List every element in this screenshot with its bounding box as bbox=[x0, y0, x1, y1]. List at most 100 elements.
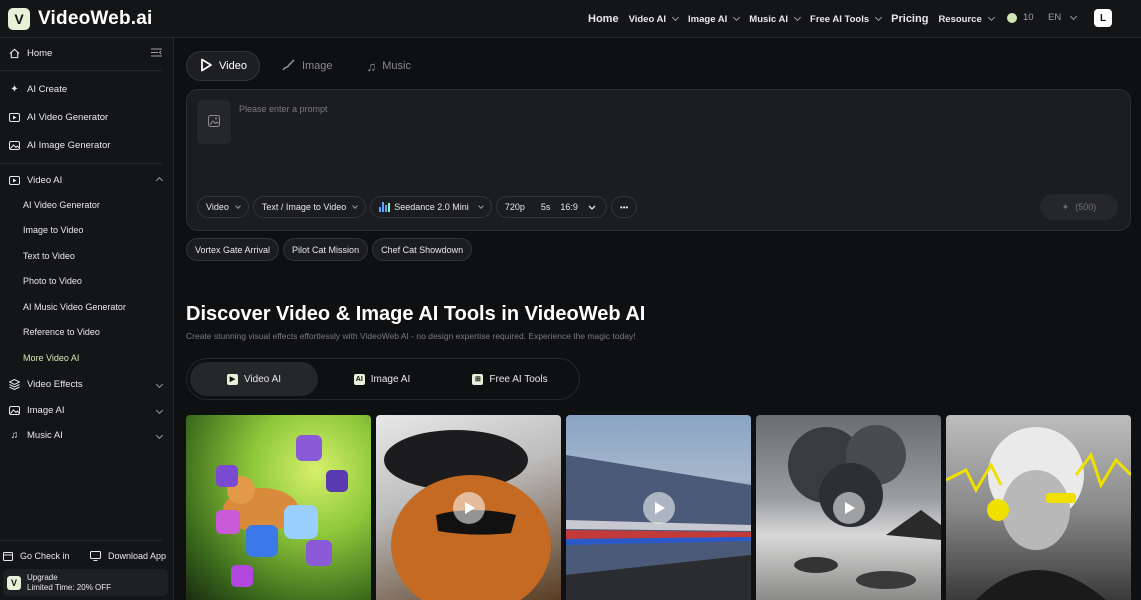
logo-icon: V bbox=[7, 575, 21, 590]
chevron-up-icon bbox=[154, 175, 164, 186]
tab-video-ai[interactable]: ▶ Video AI bbox=[190, 362, 318, 396]
chevron-down-icon bbox=[875, 13, 883, 22]
sidebar-item-label: Music AI bbox=[27, 430, 63, 441]
nav-home[interactable]: Home bbox=[588, 13, 619, 25]
sidebar-item-ai-create[interactable]: ✦ AI Create bbox=[0, 84, 174, 95]
sidebar-subitem[interactable]: Reference to Video bbox=[0, 327, 174, 337]
sidebar-subitem[interactable]: Text to Video bbox=[0, 251, 174, 261]
gallery-card[interactable] bbox=[566, 415, 751, 600]
nav-video-ai[interactable]: Video AI bbox=[629, 13, 680, 25]
sidebar-subitem[interactable]: AI Video Generator bbox=[0, 200, 174, 210]
effects-icon bbox=[9, 379, 20, 390]
suggestion-chip[interactable]: Chef Cat Showdown bbox=[372, 238, 473, 261]
avatar[interactable]: L bbox=[1094, 9, 1112, 27]
page-title: Discover Video & Image AI Tools in Video… bbox=[186, 303, 646, 325]
type-select[interactable]: Video bbox=[197, 196, 249, 218]
credits-balance[interactable]: 10 bbox=[1007, 12, 1034, 23]
suggestion-chip[interactable]: Vortex Gate Arrival bbox=[186, 238, 280, 261]
sidebar-item-ai-image-generator[interactable]: AI Image Generator bbox=[0, 140, 174, 151]
nav-free-ai-tools[interactable]: Free AI Tools bbox=[810, 13, 883, 25]
chevron-down-icon bbox=[793, 13, 802, 22]
chevron-down-icon bbox=[352, 202, 359, 209]
image-add-icon bbox=[208, 114, 220, 130]
model-select[interactable]: Seedance 2.0 Mini bbox=[370, 196, 492, 218]
sidebar-section-image-ai[interactable]: Image AI bbox=[0, 405, 174, 416]
sidebar-subitem[interactable]: Photo to Video bbox=[0, 276, 174, 286]
chevron-down-icon bbox=[987, 13, 995, 22]
sidebar-item-label: Home bbox=[27, 48, 53, 59]
nav-music-ai[interactable]: Music AI bbox=[749, 13, 802, 25]
tools-icon: ⊞ bbox=[472, 373, 484, 385]
sidebar-subitem[interactable]: AI Music Video Generator bbox=[0, 302, 174, 312]
sparkle-icon: ✦ bbox=[10, 84, 19, 95]
image-icon bbox=[9, 140, 20, 151]
monitor-icon bbox=[90, 550, 101, 561]
divider bbox=[0, 70, 162, 71]
prompt-input[interactable] bbox=[239, 104, 1099, 114]
chevron-down-icon bbox=[733, 13, 741, 22]
model-select-value: Seedance 2.0 Mini bbox=[394, 202, 469, 212]
more-options-button[interactable]: ••• bbox=[610, 196, 638, 218]
suggestion-chip[interactable]: Pilot Cat Mission bbox=[283, 238, 369, 261]
nav-pricing[interactable]: Pricing bbox=[891, 13, 928, 25]
tab-video[interactable]: Video bbox=[186, 51, 260, 81]
mode-select[interactable]: Text / Image to Video bbox=[252, 196, 367, 218]
sparkle-icon: ✦ bbox=[1061, 201, 1070, 212]
credits-count: 10 bbox=[1023, 12, 1034, 23]
sidebar-subitem[interactable]: Image to Video bbox=[0, 225, 174, 235]
sidebar-item-home[interactable]: Home bbox=[0, 48, 174, 59]
brand-name: VideoWeb.ai bbox=[38, 7, 153, 29]
image-upload-button[interactable] bbox=[197, 100, 231, 144]
old-woman-headphones-image bbox=[946, 427, 1131, 600]
generate-button[interactable]: ✦ (500) bbox=[1040, 194, 1118, 220]
prompt-panel: Video Text / Image to Video Seedance 2.0… bbox=[186, 89, 1131, 231]
divider bbox=[0, 163, 162, 164]
nav-music-ai-label: Music AI bbox=[749, 13, 789, 25]
sidebar-section-video-ai[interactable]: Video AI bbox=[0, 175, 174, 186]
duration-value[interactable]: 5s bbox=[533, 202, 559, 212]
tab-label: Image bbox=[301, 60, 333, 72]
gallery-card[interactable] bbox=[946, 415, 1131, 600]
download-app-button[interactable]: Download App bbox=[90, 550, 174, 561]
sidebar-item-label: Video Effects bbox=[27, 379, 83, 390]
tab-image[interactable]: Image bbox=[270, 51, 345, 81]
video-icon bbox=[9, 112, 20, 123]
play-icon bbox=[199, 58, 213, 75]
tab-free-ai-tools[interactable]: ⊞ Free AI Tools bbox=[446, 362, 574, 396]
example-gallery bbox=[186, 415, 1131, 600]
tab-image-ai[interactable]: AI Image AI bbox=[318, 362, 446, 396]
chevron-down-icon bbox=[154, 430, 164, 441]
brand-logo[interactable]: V VideoWeb.ai bbox=[0, 7, 300, 30]
sidebar-section-video-effects[interactable]: Video Effects bbox=[0, 379, 174, 390]
gallery-card[interactable] bbox=[376, 415, 561, 600]
calendar-icon bbox=[2, 550, 13, 561]
upgrade-banner[interactable]: V Upgrade Limited Time: 20% OFF bbox=[3, 569, 168, 596]
chevron-down-icon bbox=[477, 202, 484, 209]
sidebar-subitem-more[interactable]: More Video AI bbox=[0, 353, 174, 363]
mode-tabs: Video Image ♫ Music bbox=[186, 51, 423, 81]
chevron-down-icon[interactable] bbox=[582, 202, 606, 212]
resolution-value[interactable]: 720p bbox=[497, 202, 533, 212]
tab-music[interactable]: ♫ Music bbox=[355, 51, 423, 81]
upgrade-offer: Limited Time: 20% OFF bbox=[27, 582, 112, 592]
sidebar-item-ai-video-generator[interactable]: AI Video Generator bbox=[0, 112, 174, 123]
download-app-label: Download App bbox=[108, 550, 167, 561]
output-settings[interactable]: 720p 5s 16:9 bbox=[495, 196, 607, 218]
ratio-value[interactable]: 16:9 bbox=[558, 202, 582, 212]
play-icon bbox=[642, 491, 675, 524]
nav-image-ai-label: Image AI bbox=[688, 13, 728, 25]
sidebar-section-music-ai[interactable]: ♫ Music AI bbox=[0, 430, 174, 441]
gallery-card[interactable] bbox=[186, 415, 371, 600]
chevron-down-icon bbox=[672, 13, 680, 22]
video-icon bbox=[9, 175, 20, 186]
language-selector[interactable]: EN bbox=[1048, 12, 1078, 23]
nav-image-ai[interactable]: Image AI bbox=[688, 13, 741, 25]
chevron-down-icon bbox=[235, 202, 241, 209]
top-bar: V VideoWeb.ai Home Video AI Image AI Mus… bbox=[0, 0, 1141, 38]
nav-resource[interactable]: Resource bbox=[938, 13, 995, 25]
gallery-card[interactable] bbox=[756, 415, 941, 600]
sidebar-item-label: Video AI bbox=[27, 175, 63, 186]
tab-label: Free AI Tools bbox=[489, 373, 548, 385]
divider bbox=[0, 540, 162, 541]
collapse-sidebar-icon[interactable] bbox=[151, 48, 162, 60]
